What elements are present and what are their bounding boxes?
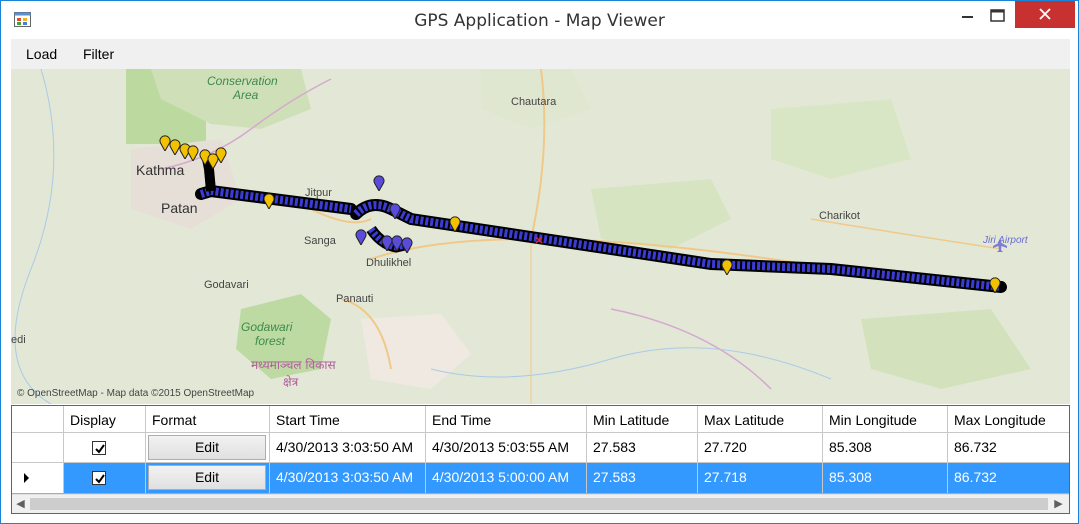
format-cell: Edit <box>146 463 270 493</box>
maximize-icon <box>990 9 1005 22</box>
map-label-chautara: Chautara <box>511 96 557 108</box>
min-longitude-cell[interactable]: 85.308 <box>823 463 948 493</box>
header-format[interactable]: Format <box>146 406 270 432</box>
map-canvas: Conservation Area Chautara Kathma Patan … <box>11 69 1070 404</box>
map-view[interactable]: Conservation Area Chautara Kathma Patan … <box>11 69 1070 404</box>
window-title: GPS Application - Map Viewer <box>414 11 665 31</box>
max-latitude-cell[interactable]: 27.718 <box>698 463 823 493</box>
map-label-panauti: Panauti <box>336 293 373 305</box>
map-label-jiri-airport: Jiri Airport <box>982 235 1029 246</box>
header-end-time[interactable]: End Time <box>426 406 587 432</box>
row-header-corner[interactable] <box>12 406 64 432</box>
edit-format-button[interactable]: Edit <box>148 435 266 460</box>
scroll-left-arrow-icon[interactable]: ◀ <box>12 497 29 512</box>
map-label-patan: Patan <box>161 200 198 216</box>
map-label-conservation: Conservation <box>207 74 278 88</box>
app-window: GPS Application - Map Viewer Load Filter <box>0 0 1079 524</box>
map-label-charikot: Charikot <box>819 210 860 222</box>
table-row[interactable]: Edit 4/30/2013 3:03:50 AM 4/30/2013 5:03… <box>12 433 1069 463</box>
track-grid[interactable]: Display Format Start Time End Time Min L… <box>11 405 1070 514</box>
max-longitude-cell[interactable]: 86.732 <box>948 463 1069 493</box>
row-header[interactable] <box>12 463 64 493</box>
start-time-cell[interactable]: 4/30/2013 3:03:50 AM <box>270 433 426 462</box>
scroll-thumb[interactable] <box>30 498 1048 510</box>
map-label-godawari-forest: Godawari <box>241 320 293 334</box>
horizontal-scrollbar[interactable]: ◀ ▶ <box>12 494 1069 513</box>
menu-filter[interactable]: Filter <box>83 46 114 62</box>
checkmark-icon <box>95 474 105 484</box>
map-label-nepali-1: मध्यमाञ्चल विकास <box>251 358 336 372</box>
header-max-latitude[interactable]: Max Latitude <box>698 406 823 432</box>
map-attribution: © OpenStreetMap - Map data ©2015 OpenStr… <box>17 388 255 399</box>
header-display[interactable]: Display <box>64 406 146 432</box>
header-min-longitude[interactable]: Min Longitude <box>823 406 948 432</box>
close-button[interactable] <box>1015 1 1075 28</box>
maximize-button[interactable] <box>976 1 1020 30</box>
map-label-forest: forest <box>255 334 286 348</box>
map-label-jitpur: Jitpur <box>305 187 332 199</box>
end-time-cell[interactable]: 4/30/2013 5:03:55 AM <box>426 433 587 462</box>
grid-header-row: Display Format Start Time End Time Min L… <box>12 406 1069 433</box>
max-longitude-cell[interactable]: 86.732 <box>948 433 1069 462</box>
checkmark-icon <box>95 444 105 454</box>
map-label-edge: edi <box>11 334 26 346</box>
header-start-time[interactable]: Start Time <box>270 406 426 432</box>
map-label-nepali-2: क्षेत्र <box>283 375 299 389</box>
min-longitude-cell[interactable]: 85.308 <box>823 433 948 462</box>
menu-load[interactable]: Load <box>26 46 57 62</box>
map-label-kathmandu: Kathma <box>136 162 184 178</box>
display-checkbox[interactable] <box>92 471 106 485</box>
close-icon <box>1039 8 1051 20</box>
start-time-cell[interactable]: 4/30/2013 3:03:50 AM <box>270 463 426 493</box>
header-min-latitude[interactable]: Min Latitude <box>587 406 698 432</box>
header-max-longitude[interactable]: Max Longitude <box>948 406 1069 432</box>
scroll-right-arrow-icon[interactable]: ▶ <box>1050 497 1067 512</box>
display-checkbox[interactable] <box>92 441 106 455</box>
map-label-area: Area <box>232 88 259 102</box>
current-row-arrow-icon <box>24 473 29 483</box>
row-header[interactable] <box>12 433 64 462</box>
end-time-cell[interactable]: 4/30/2013 5:00:00 AM <box>426 463 587 493</box>
min-latitude-cell[interactable]: 27.583 <box>587 433 698 462</box>
format-cell: Edit <box>146 433 270 462</box>
display-cell[interactable] <box>64 463 146 493</box>
display-cell[interactable] <box>64 433 146 462</box>
edit-format-button[interactable]: Edit <box>148 465 266 490</box>
min-latitude-cell[interactable]: 27.583 <box>587 463 698 493</box>
title-bar[interactable]: GPS Application - Map Viewer <box>1 1 1078 39</box>
map-label-dhulikhel: Dhulikhel <box>366 257 411 269</box>
table-row-selected[interactable]: Edit 4/30/2013 3:03:50 AM 4/30/2013 5:00… <box>12 463 1069 493</box>
menu-bar: Load Filter <box>11 39 1070 69</box>
max-latitude-cell[interactable]: 27.720 <box>698 433 823 462</box>
map-label-godavari: Godavari <box>204 279 249 291</box>
grid-body: Display Format Start Time End Time Min L… <box>12 406 1069 494</box>
map-label-sanga: Sanga <box>304 235 337 247</box>
